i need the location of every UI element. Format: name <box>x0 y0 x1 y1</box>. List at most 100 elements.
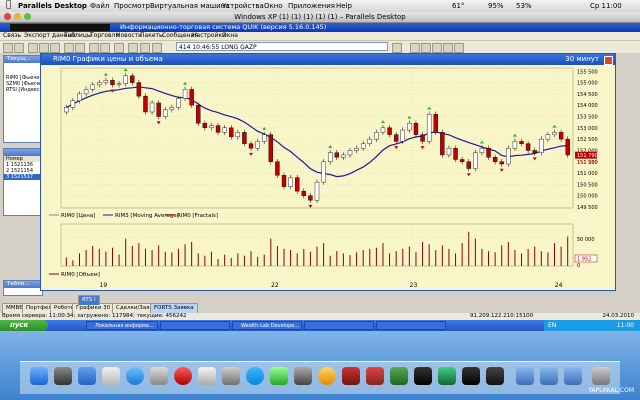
chart-window[interactable]: RIM0 Графики цены и объема 30 минут 155 … <box>40 53 616 291</box>
candle-body <box>248 143 254 149</box>
candle-body <box>209 125 214 129</box>
trash-icon[interactable] <box>592 367 610 385</box>
app-icon-3[interactable] <box>414 367 432 385</box>
trades-window-title[interactable] <box>4 149 42 156</box>
app-icon-6[interactable] <box>486 367 504 385</box>
apple-menu-icon[interactable]:  <box>6 0 11 10</box>
quik-menu-windows[interactable]: Окна <box>222 32 238 40</box>
candle-body <box>426 114 432 142</box>
current-params-window[interactable]: Текущ... RIM0 [Фьючерс SZM0 [Фьючерс RTS… <box>3 55 43 143</box>
candle-body <box>506 147 511 165</box>
settings-icon[interactable] <box>128 43 138 53</box>
price-volume-chart[interactable]: 155 500 155 000 154 500 154 000 153 500 153 0… <box>41 65 615 290</box>
new-table-icon[interactable] <box>28 43 38 53</box>
order-icon[interactable] <box>64 43 74 53</box>
chart-icon[interactable] <box>50 43 60 53</box>
icq-icon[interactable] <box>270 367 288 385</box>
trades-window[interactable]: Номер 1 1521136 2 1521154 3 1521517 <box>3 148 43 216</box>
mac-menu-app[interactable]: Parallels Desktop <box>18 1 87 11</box>
task-local-info[interactable]: Локальная информа... <box>86 321 158 330</box>
zoom-in-icon[interactable] <box>410 43 420 53</box>
news-icon[interactable] <box>100 43 110 53</box>
disconnect-icon[interactable] <box>14 43 24 53</box>
x-tick-label: 22 <box>271 282 279 289</box>
finder-icon[interactable] <box>30 367 48 385</box>
task-item-4[interactable] <box>304 321 374 330</box>
chart-period[interactable]: 30 минут <box>565 54 599 65</box>
documents-folder-icon[interactable] <box>540 367 558 385</box>
quik-menu-settings[interactable]: Настройки <box>192 32 226 40</box>
vlc-icon[interactable] <box>318 367 336 385</box>
quik-menu-tables[interactable]: Таблицы <box>64 32 92 40</box>
candle-body <box>565 138 570 156</box>
dashboard-icon[interactable] <box>54 367 72 385</box>
cascade-icon[interactable] <box>432 43 442 53</box>
volume-tick-0: 0 <box>577 263 580 269</box>
parallels-title-bar[interactable]: Windows XP (1) (1) (1) (1) (1) – Paralle… <box>0 12 640 23</box>
lock-icon[interactable] <box>140 43 150 53</box>
mac-menu-window[interactable]: Окно <box>264 1 283 11</box>
candle-body <box>446 147 452 156</box>
quik-menu-news[interactable]: Новости <box>116 32 142 40</box>
opera-icon[interactable] <box>174 367 192 385</box>
current-params-title[interactable]: Текущ... <box>4 56 42 63</box>
skype-icon[interactable] <box>246 367 264 385</box>
terminal-icon[interactable] <box>294 367 312 385</box>
tab-forts-order[interactable]: FORTS Заявка <box>150 303 198 313</box>
chart-window-header[interactable]: RIM0 Графики цены и объема 30 минут <box>41 54 615 65</box>
mac-menu-vm[interactable]: Виртуальная машина <box>150 1 230 11</box>
mac-menu-devices[interactable]: Устройства <box>222 1 264 11</box>
candle-body <box>275 161 280 176</box>
task-wealth-lab[interactable]: Wealth-Lab Develope... <box>232 321 302 330</box>
mac-menu-view[interactable]: Просмотр <box>114 1 150 11</box>
ticker-dropdown-icon[interactable] <box>392 43 402 53</box>
quik-menu-packages[interactable]: Пакеты <box>140 32 164 40</box>
downloads-folder-icon[interactable] <box>564 367 582 385</box>
app-icon-5[interactable] <box>462 367 480 385</box>
mac-menu-apps[interactable]: Приложения <box>288 1 335 11</box>
table-row-selected[interactable]: 3 1521517 <box>4 174 42 180</box>
preview-icon[interactable] <box>222 367 240 385</box>
tab-rts[interactable]: RTS I <box>78 295 100 305</box>
mac-clock[interactable]: Ср 11:00 <box>590 1 622 11</box>
mac-menu-file[interactable]: Файл <box>90 1 109 11</box>
table-window[interactable]: Табли... <box>3 280 43 296</box>
app-icon-1[interactable] <box>366 367 384 385</box>
stop-order-icon[interactable] <box>75 43 85 53</box>
table-window-title[interactable]: Табли... <box>4 281 42 288</box>
battery-readout[interactable]: 95% <box>488 1 504 11</box>
print-icon[interactable] <box>114 43 124 53</box>
candle-body <box>143 95 148 113</box>
legend-ma: RIM3 [Moving Average] <box>115 213 179 219</box>
applications-folder-icon[interactable] <box>516 367 534 385</box>
volume-tick-50000: 50 000 <box>577 237 595 243</box>
message-icon[interactable] <box>152 43 162 53</box>
task-item-2[interactable] <box>160 321 230 330</box>
parallels-icon[interactable] <box>342 367 360 385</box>
textedit-icon[interactable] <box>198 367 216 385</box>
quik-menu-connect[interactable]: Связь <box>3 32 21 40</box>
quotes-icon[interactable] <box>39 43 49 53</box>
list-item[interactable]: RTSI [Индексы <box>4 87 42 93</box>
safari-icon[interactable] <box>126 367 144 385</box>
quik-menu-trading[interactable]: Торговля <box>90 32 119 40</box>
itunes-icon[interactable] <box>150 367 168 385</box>
help-icon[interactable] <box>454 43 464 53</box>
zoom-out-icon[interactable] <box>421 43 431 53</box>
quik-title-bar[interactable]: Информационно-торговая система QUIK (вер… <box>0 23 640 32</box>
start-button[interactable]: пуск <box>0 320 48 331</box>
portfolio-icon[interactable] <box>89 43 99 53</box>
app-icon-2[interactable] <box>390 367 408 385</box>
calendar-icon[interactable] <box>102 367 120 385</box>
language-indicator[interactable]: EN <box>548 320 556 331</box>
task-item-5[interactable] <box>376 321 446 330</box>
candle-body <box>321 161 326 183</box>
app-icon-4[interactable] <box>438 367 456 385</box>
mail-icon[interactable] <box>78 367 96 385</box>
ticker-field[interactable]: 414 10:46:55 LONG GAZP <box>176 42 388 51</box>
tray-clock[interactable]: 11:00 <box>617 320 634 331</box>
mac-menu-help[interactable]: Help <box>336 1 352 11</box>
close-chart-icon[interactable] <box>604 56 613 65</box>
tile-icon[interactable] <box>443 43 453 53</box>
connect-icon[interactable] <box>3 43 13 53</box>
